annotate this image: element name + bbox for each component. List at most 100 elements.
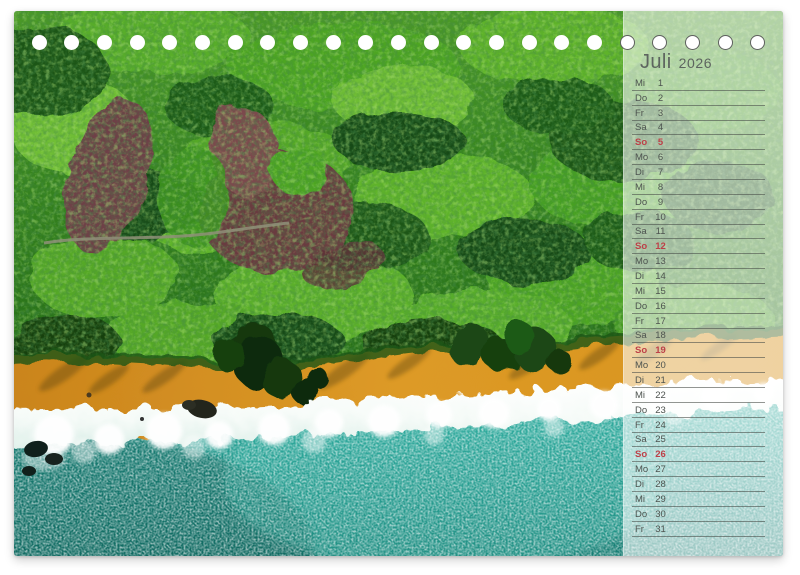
weekday-label: Mo <box>635 256 652 267</box>
day-number: 5 <box>652 137 669 148</box>
day-number: 8 <box>652 182 669 193</box>
day-number: 11 <box>652 226 669 237</box>
binding-hole <box>326 35 341 50</box>
weekday-label: Do <box>635 93 652 104</box>
day-row: Di 21 <box>632 373 765 388</box>
binding-hole <box>554 35 569 50</box>
weekday-label: Di <box>635 479 652 490</box>
day-row: So 26 <box>632 447 765 462</box>
day-row: Fr 24 <box>632 418 765 433</box>
weekday-label: Di <box>635 167 652 178</box>
day-number: 10 <box>652 212 669 223</box>
weekday-label: Do <box>635 405 652 416</box>
day-row: Di 28 <box>632 477 765 492</box>
binding-hole <box>424 35 439 50</box>
binding-hole <box>718 35 733 50</box>
weekday-label: So <box>635 449 652 460</box>
weekday-label: Do <box>635 509 652 520</box>
weekday-label: Mi <box>635 494 652 505</box>
binding-hole <box>456 35 471 50</box>
day-row: Mi 1 <box>632 76 765 91</box>
day-number: 18 <box>652 330 669 341</box>
weekday-label: Do <box>635 301 652 312</box>
weekday-label: Do <box>635 197 652 208</box>
day-number: 24 <box>652 420 669 431</box>
weekday-label: Fr <box>635 524 652 535</box>
binding-hole <box>358 35 373 50</box>
day-list: Mi 1 Do 2 Fr 3 Sa 4 So 5 Mo 6 <box>632 76 765 537</box>
day-row: Sa 4 <box>632 121 765 136</box>
binding-hole <box>587 35 602 50</box>
day-number: 7 <box>652 167 669 178</box>
weekday-label: Fr <box>635 212 652 223</box>
day-number: 27 <box>652 464 669 475</box>
weekday-label: Mo <box>635 464 652 475</box>
weekday-label: Sa <box>635 226 652 237</box>
day-number: 19 <box>652 345 669 356</box>
day-row: Do 16 <box>632 299 765 314</box>
day-number: 13 <box>652 256 669 267</box>
day-row: Do 23 <box>632 403 765 418</box>
weekday-label: Di <box>635 375 652 386</box>
binding-hole <box>32 35 47 50</box>
weekday-label: Fr <box>635 108 652 119</box>
binding-hole <box>195 35 210 50</box>
day-number: 17 <box>652 316 669 327</box>
day-number: 28 <box>652 479 669 490</box>
day-number: 9 <box>652 197 669 208</box>
weekday-label: Sa <box>635 330 652 341</box>
day-row: Mo 27 <box>632 462 765 477</box>
binding-hole <box>162 35 177 50</box>
calendar-page: Juli 2026 Mi 1 Do 2 Fr 3 Sa 4 So <box>14 11 783 556</box>
weekday-label: Mi <box>635 390 652 401</box>
weekday-label: So <box>635 345 652 356</box>
day-number: 25 <box>652 434 669 445</box>
weekday-label: Mi <box>635 286 652 297</box>
weekday-label: Mo <box>635 360 652 371</box>
day-number: 23 <box>652 405 669 416</box>
binding-hole <box>228 35 243 50</box>
day-number: 31 <box>652 524 669 535</box>
day-row: Do 30 <box>632 507 765 522</box>
binding-hole <box>620 35 635 50</box>
binding-hole <box>260 35 275 50</box>
day-row: Mo 20 <box>632 358 765 373</box>
binding-hole <box>522 35 537 50</box>
day-number: 22 <box>652 390 669 401</box>
day-row: Mo 13 <box>632 254 765 269</box>
weekday-label: So <box>635 137 652 148</box>
binding-hole <box>130 35 145 50</box>
day-number: 16 <box>652 301 669 312</box>
day-number: 14 <box>652 271 669 282</box>
day-number: 26 <box>652 449 669 460</box>
binding-hole <box>685 35 700 50</box>
day-row: Mi 29 <box>632 492 765 507</box>
binding-hole <box>652 35 667 50</box>
weekday-label: Mi <box>635 182 652 193</box>
day-number: 20 <box>652 360 669 371</box>
day-row: Sa 18 <box>632 329 765 344</box>
weekday-label: Mi <box>635 78 652 89</box>
day-row: Di 7 <box>632 165 765 180</box>
weekday-label: Di <box>635 271 652 282</box>
day-row: So 12 <box>632 239 765 254</box>
binding-hole <box>750 35 765 50</box>
weekday-label: So <box>635 241 652 252</box>
day-number: 2 <box>652 93 669 104</box>
day-row: Fr 31 <box>632 522 765 537</box>
day-number: 15 <box>652 286 669 297</box>
binding-hole <box>97 35 112 50</box>
day-row: Sa 11 <box>632 225 765 240</box>
day-row: Mi 8 <box>632 180 765 195</box>
day-row: Sa 25 <box>632 433 765 448</box>
day-number: 12 <box>652 241 669 252</box>
day-number: 6 <box>652 152 669 163</box>
day-row: Mi 22 <box>632 388 765 403</box>
day-row: Fr 10 <box>632 210 765 225</box>
calendar-product-shot: Juli 2026 Mi 1 Do 2 Fr 3 Sa 4 So <box>0 0 800 575</box>
day-number: 29 <box>652 494 669 505</box>
weekday-label: Fr <box>635 420 652 431</box>
day-row: So 19 <box>632 343 765 358</box>
day-number: 1 <box>652 78 669 89</box>
day-number: 4 <box>652 122 669 133</box>
